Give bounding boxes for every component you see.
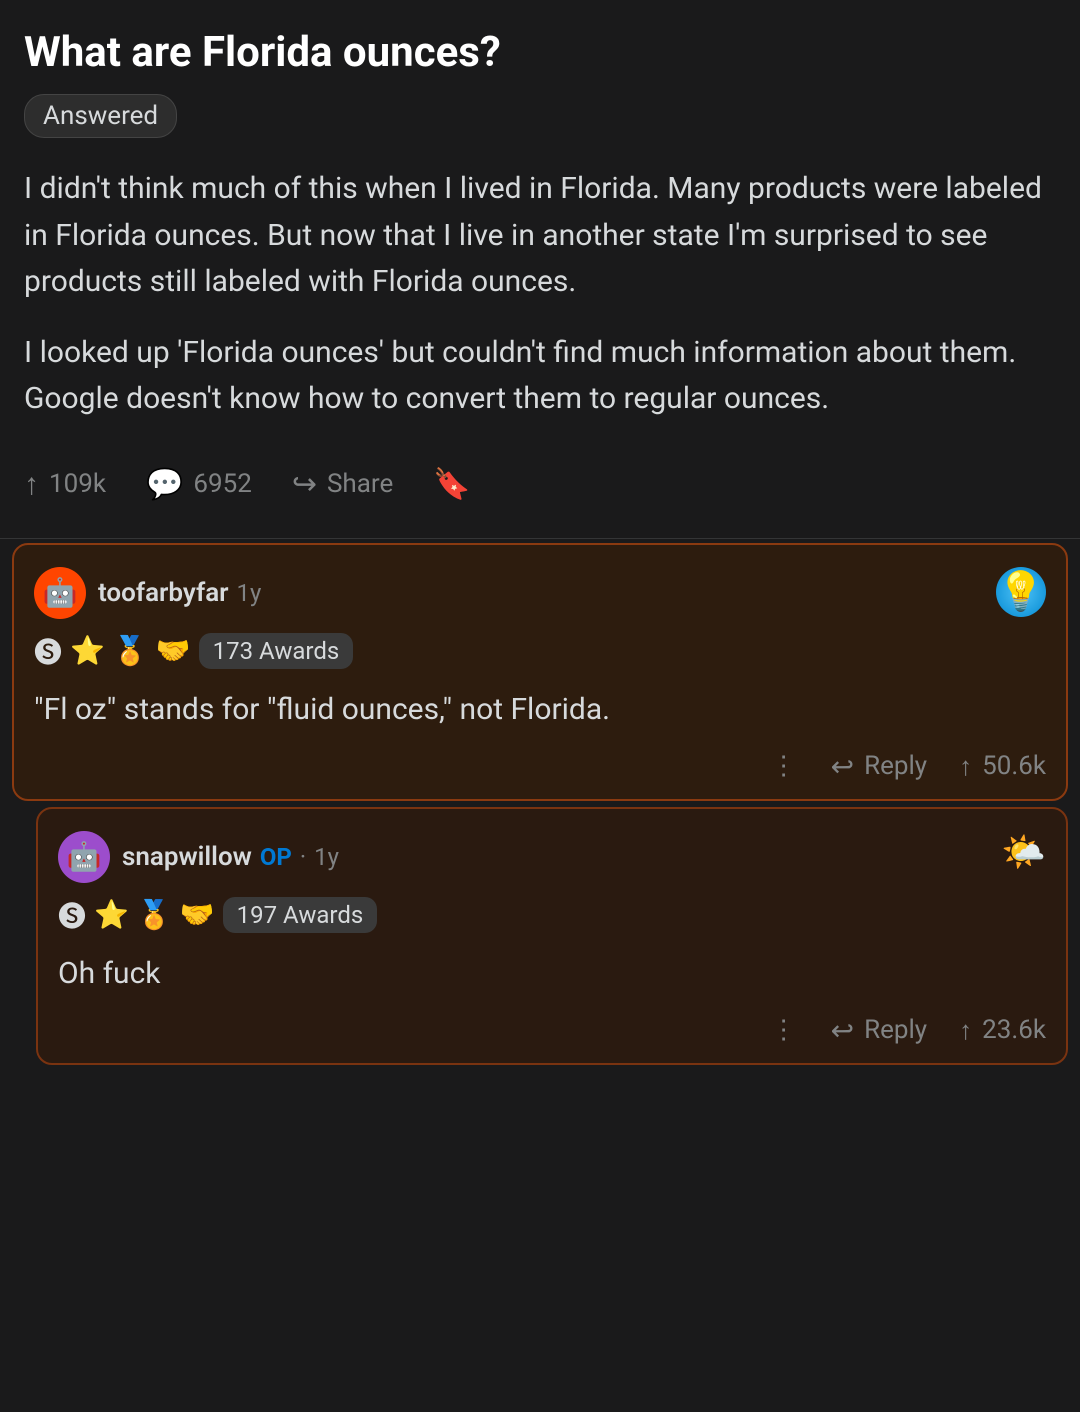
username-line-2: snapwillow OP · 1y [122, 842, 339, 872]
username-2[interactable]: snapwillow [122, 842, 252, 872]
award-star-icon-2: ⭐ [94, 898, 129, 931]
comment-header-2: 🤖 snapwillow OP · 1y 🌤️ [58, 831, 1046, 883]
save-icon: 🔖 [433, 467, 470, 502]
comment-header-1: 🤖 toofarbyfar 1y 💡 [34, 567, 1046, 619]
avatar-1: 🤖 [34, 567, 86, 619]
avatar-icon-2: 🤖 [67, 840, 102, 873]
reply-label-1: Reply [864, 751, 927, 781]
comment-count: 6952 [193, 469, 251, 499]
award-sun-icon-2: 🌤️ [1001, 831, 1046, 873]
comment-icon: 💬 [146, 467, 183, 502]
reply-action-1[interactable]: ↩ Reply [831, 750, 928, 783]
username-1[interactable]: toofarbyfar [98, 578, 229, 608]
save-action[interactable]: 🔖 [433, 467, 470, 502]
award-plus-icon-2: 🏅 [137, 898, 172, 931]
award-tip-icon-1: 💡 [996, 567, 1046, 617]
share-action[interactable]: ↪ Share [292, 467, 393, 502]
share-label: Share [327, 469, 393, 499]
comments-section: 🤖 toofarbyfar 1y 💡 🅢 ⭐ 🏅 🤝 173 Awards "F… [0, 543, 1080, 1065]
more-options-1[interactable]: ⋮ [771, 751, 799, 781]
age-1: 1y [237, 579, 262, 607]
comment-user-info-2: 🤖 snapwillow OP · 1y [58, 831, 339, 883]
upvote-count: 109k [49, 469, 106, 499]
comment-award-row-1: 🅢 ⭐ 🏅 🤝 173 Awards [34, 631, 1046, 671]
divider [0, 538, 1080, 539]
upvote-arrow-icon-2: ↑ [959, 1015, 972, 1046]
vote-count-2: 23.6k [982, 1015, 1046, 1045]
post-title: What are Florida ounces? [24, 28, 1056, 78]
comment-card-2: 🤖 snapwillow OP · 1y 🌤️ 🅢 ⭐ 🏅 🤝 [36, 807, 1068, 1065]
post-actions: ↑ 109k 💬 6952 ↪ Share 🔖 [24, 455, 1056, 514]
award-plus-icon-1: 🏅 [113, 634, 148, 667]
award-star-icon-1: ⭐ [70, 634, 105, 667]
age-2: 1y [314, 843, 339, 871]
more-options-2[interactable]: ⋮ [771, 1015, 799, 1045]
share-icon: ↪ [292, 467, 317, 502]
upvote-action-2[interactable]: ↑ 23.6k [959, 1015, 1046, 1046]
avatar-2: 🤖 [58, 831, 110, 883]
username-line-1: toofarbyfar 1y [98, 578, 261, 608]
op-badge-2: OP [260, 843, 292, 871]
reply-action-2[interactable]: ↩ Reply [831, 1014, 928, 1047]
comment-award-row-2: 🅢 ⭐ 🏅 🤝 197 Awards [58, 895, 1046, 935]
username-age-2: snapwillow OP · 1y [122, 842, 339, 872]
comment-action[interactable]: 💬 6952 [146, 467, 252, 502]
vote-count-1: 50.6k [982, 751, 1046, 781]
upvote-action-1[interactable]: ↑ 50.6k [959, 751, 1046, 782]
upvote-arrow-icon-1: ↑ [959, 751, 972, 782]
awards-pill-1: 173 Awards [199, 633, 354, 669]
comment-footer-1: ⋮ ↩ Reply ↑ 50.6k [34, 750, 1046, 783]
comment-body-1: "Fl oz" stands for "fluid ounces," not F… [34, 687, 1046, 732]
reply-icon-1: ↩ [831, 750, 854, 783]
award-s-icon-1: 🅢 [34, 631, 62, 671]
award-hand-icon-2: 🤝 [180, 898, 215, 931]
comment-body-2: Oh fuck [58, 951, 1046, 996]
post-paragraph-1: I didn't think much of this when I lived… [24, 166, 1056, 306]
username-age-1: toofarbyfar 1y [98, 578, 261, 608]
post-paragraph-2: I looked up 'Florida ounces' but couldn'… [24, 330, 1056, 423]
upvote-icon: ↑ [24, 467, 39, 502]
award-hand-icon-1: 🤝 [156, 634, 191, 667]
answered-badge: Answered [24, 94, 177, 138]
gap [12, 801, 1068, 807]
upvote-action[interactable]: ↑ 109k [24, 467, 106, 502]
awards-pill-2: 197 Awards [223, 897, 378, 933]
avatar-icon-1: 🤖 [43, 576, 78, 609]
dot-sep-2: · [300, 843, 306, 871]
reply-icon-2: ↩ [831, 1014, 854, 1047]
reply-label-2: Reply [864, 1015, 927, 1045]
comment-user-info-1: 🤖 toofarbyfar 1y [34, 567, 261, 619]
award-s-icon-2: 🅢 [58, 895, 86, 935]
comment-card-1: 🤖 toofarbyfar 1y 💡 🅢 ⭐ 🏅 🤝 173 Awards "F… [12, 543, 1068, 801]
comment-footer-2: ⋮ ↩ Reply ↑ 23.6k [58, 1014, 1046, 1047]
post-body: I didn't think much of this when I lived… [24, 166, 1056, 423]
post-container: What are Florida ounces? Answered I didn… [0, 0, 1080, 534]
